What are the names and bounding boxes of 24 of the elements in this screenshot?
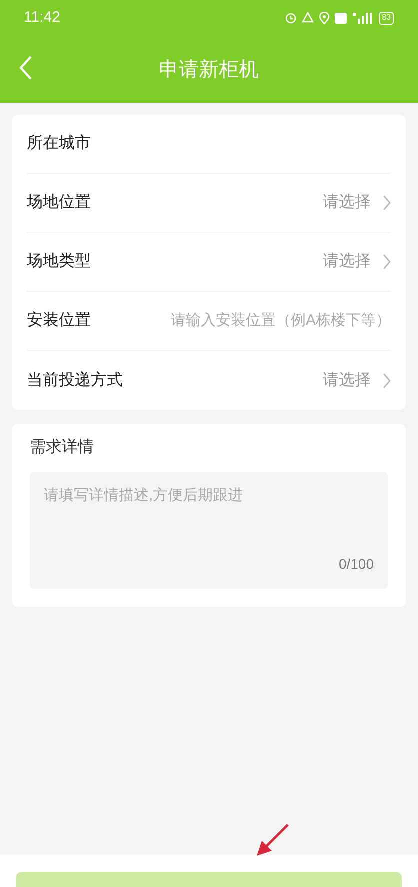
alarm-icon xyxy=(285,12,298,24)
field-label: 所在城市 xyxy=(27,134,92,154)
character-counter: 0/100 xyxy=(338,555,374,574)
arrow-icon xyxy=(254,823,290,857)
chevron-right-icon xyxy=(383,372,391,388)
field-label: 安装位置 xyxy=(27,310,92,331)
field-label: 场地类型 xyxy=(27,252,92,272)
input-field[interactable]: 请输入安装位置（例A栋楼下等） xyxy=(151,310,391,332)
field-label: 场地位置 xyxy=(27,192,92,213)
select-field[interactable]: 请选择 xyxy=(323,250,391,274)
select-field[interactable]: 请选择 xyxy=(323,368,391,392)
location-icon xyxy=(319,12,330,24)
chevron-right-icon xyxy=(383,195,391,211)
back-icon xyxy=(19,55,33,81)
field-label: 当前投递方式 xyxy=(27,370,124,390)
page-title: 申请新柜机 xyxy=(159,58,259,82)
signal-icon xyxy=(352,12,374,24)
status-time: 11:42 xyxy=(24,8,60,28)
triangle-icon xyxy=(302,12,314,24)
details-textarea[interactable]: 请填写详情描述,方便后期跟进 0/100 xyxy=(30,472,388,589)
select-field[interactable]: 请选择 xyxy=(323,191,391,215)
details-label: 需求详情 xyxy=(30,438,95,458)
chevron-right-icon xyxy=(383,254,391,270)
battery-icon: 83 xyxy=(379,12,394,24)
